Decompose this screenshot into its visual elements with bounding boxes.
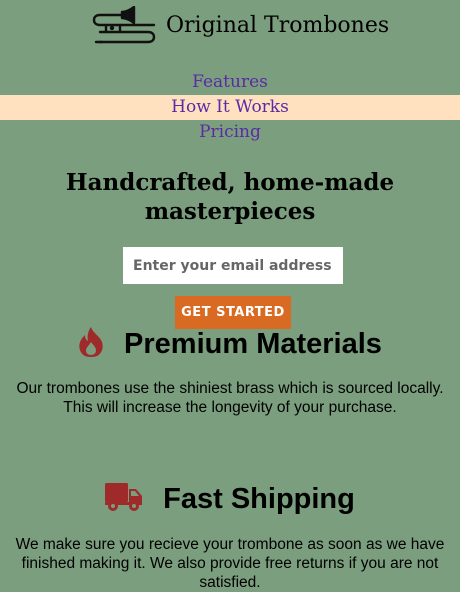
hero-title: Handcrafted, home-made masterpieces [65, 169, 395, 225]
nav-link-features[interactable]: Features [0, 70, 460, 95]
feature-title: Premium Materials [124, 328, 382, 360]
main-nav: Features How It Works Pricing [0, 70, 460, 145]
nav-link-pricing[interactable]: Pricing [0, 120, 460, 145]
nav-link-how-it-works[interactable]: How It Works [0, 95, 460, 120]
brand-name[interactable]: Original Trombones [166, 12, 389, 40]
fire-icon [78, 326, 104, 362]
trombone-icon[interactable] [92, 5, 156, 48]
page-header: Original Trombones [0, 0, 460, 60]
get-started-button[interactable]: GET STARTED [175, 296, 291, 329]
feature-description: Our trombones use the shiniest brass whi… [16, 380, 444, 416]
feature-description: We make sure you recieve your trombone a… [15, 536, 445, 591]
truck-icon [105, 482, 143, 516]
feature-fast-shipping: Fast Shipping [0, 481, 460, 517]
email-input[interactable] [123, 247, 343, 284]
feature-title: Fast Shipping [163, 483, 355, 515]
feature-premium-materials: Premium Materials [0, 326, 460, 362]
